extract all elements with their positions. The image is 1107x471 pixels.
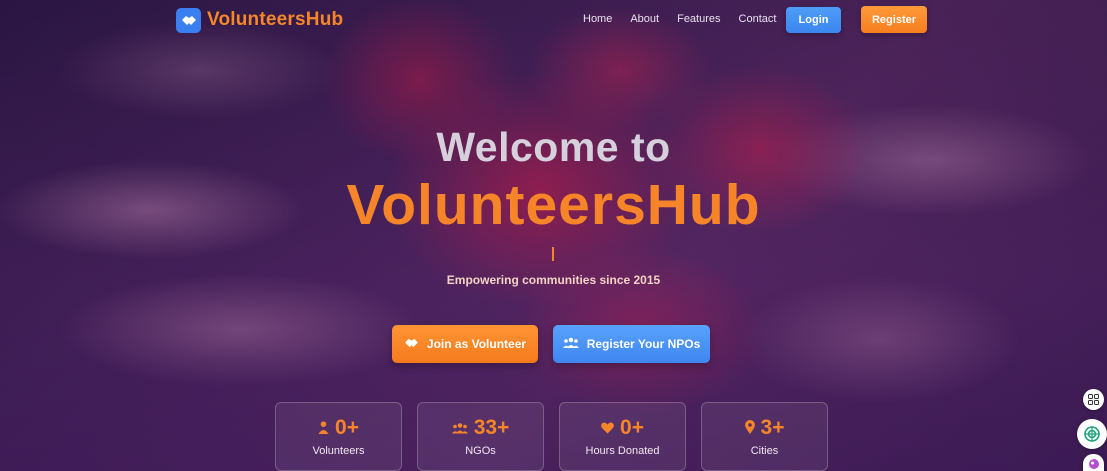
map-pin-icon — [744, 416, 755, 440]
stat-card-hours-donated: 0+ Hours Donated — [559, 402, 686, 471]
nav-link-features[interactable]: Features — [677, 13, 720, 25]
nav-link-about[interactable]: About — [630, 13, 659, 25]
stat-label: NGOs — [465, 445, 496, 457]
grid-menu-icon[interactable] — [1083, 389, 1104, 410]
brand-name: VolunteersHub — [207, 9, 344, 30]
nav-link-home[interactable]: Home — [583, 13, 612, 25]
stat-card-cities: 3+ Cities — [701, 402, 828, 471]
login-button[interactable]: Login — [786, 7, 841, 33]
stat-value: 0+ — [335, 416, 359, 439]
hero-title: Welcome to — [436, 124, 671, 170]
handshake-icon — [176, 7, 201, 33]
register-your-npos-button[interactable]: Register Your NPOs — [553, 325, 710, 363]
register-your-npos-label: Register Your NPOs — [586, 337, 701, 351]
heart-icon — [601, 416, 614, 440]
stat-value: 3+ — [760, 416, 785, 439]
typing-cursor — [552, 247, 554, 261]
nav-links: Home About Features Contact — [583, 13, 794, 25]
hero-tagline: Empowering communities since 2015 — [446, 273, 661, 287]
assistant-icon[interactable] — [1077, 419, 1107, 449]
handshake-icon — [404, 337, 419, 351]
register-button[interactable]: Register — [861, 6, 927, 33]
navbar: VolunteersHub Home About Features Contac… — [0, 0, 1107, 40]
hero-brand-title: VolunteersHub — [346, 173, 761, 237]
stat-value: 33+ — [473, 416, 510, 439]
person-icon — [318, 416, 329, 440]
extension-icon[interactable] — [1083, 454, 1104, 471]
join-as-volunteer-button[interactable]: Join as Volunteer — [392, 325, 538, 363]
stat-label: Hours Donated — [585, 445, 660, 457]
nav-link-contact[interactable]: Contact — [739, 13, 777, 25]
stat-card-ngos: 33+ NGOs — [417, 402, 544, 471]
join-as-volunteer-label: Join as Volunteer — [426, 337, 527, 351]
brand-logo-link[interactable]: VolunteersHub — [176, 7, 343, 33]
stat-value: 0+ — [620, 416, 644, 439]
people-group-icon — [451, 416, 468, 440]
people-group-icon — [562, 337, 579, 351]
stat-label: Volunteers — [312, 445, 365, 457]
stat-label: Cities — [750, 445, 779, 457]
stat-card-volunteers: 0+ Volunteers — [275, 402, 402, 471]
